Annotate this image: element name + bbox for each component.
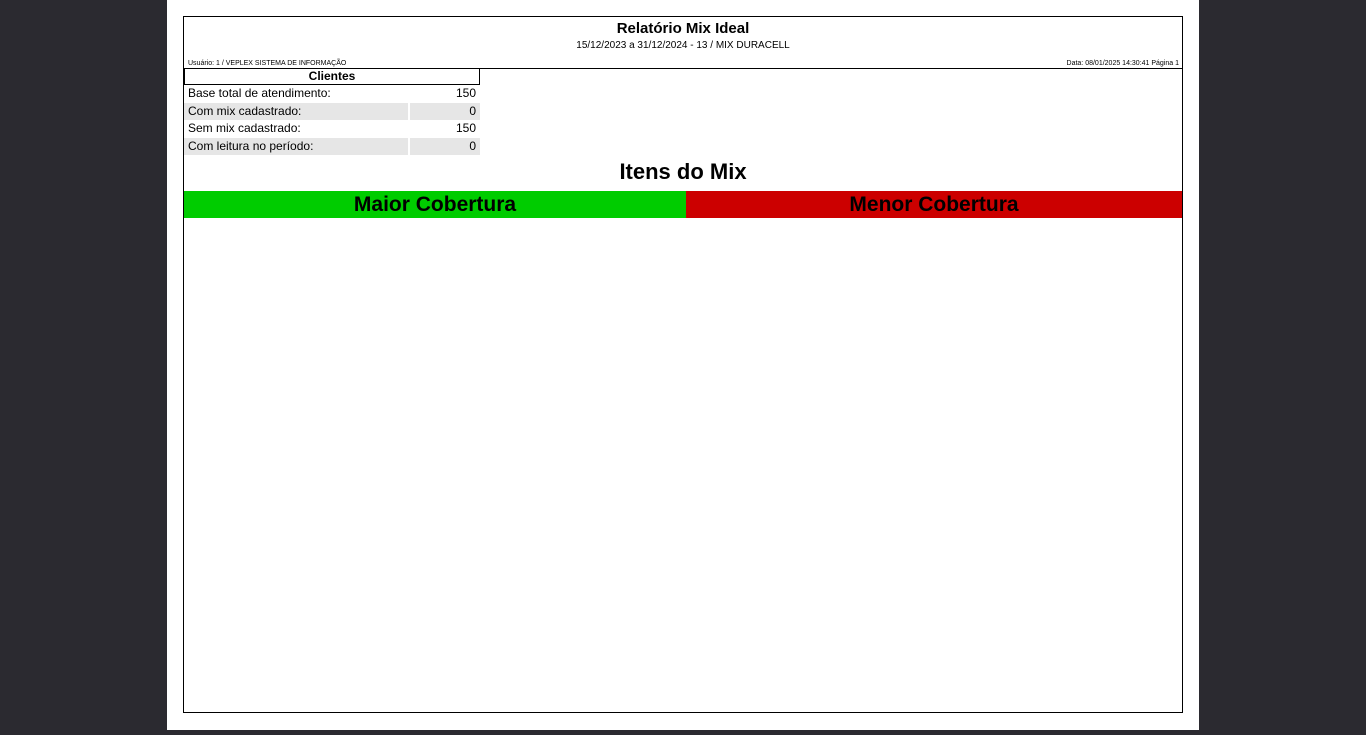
clients-row-label: Com mix cadastrado: [184, 102, 408, 120]
clients-row-total: Base total de atendimento: 150 [184, 85, 480, 103]
clients-row-without-mix: Sem mix cadastrado: 150 [184, 120, 480, 138]
clients-row-value: 0 [410, 137, 480, 155]
clients-row-label: Base total de atendimento: [188, 86, 331, 100]
clients-header: Clientes [184, 68, 480, 85]
clients-row-with-mix: Com mix cadastrado: 0 [184, 102, 480, 121]
clients-row-value: 0 [410, 102, 480, 120]
clients-row-value: 150 [455, 86, 476, 100]
lower-coverage-header: Menor Cobertura [686, 191, 1182, 218]
mix-items-title: Itens do Mix [619, 159, 747, 184]
report-frame: Relatório Mix Ideal 15/12/2023 a 31/12/2… [183, 16, 1183, 713]
higher-coverage-header: Maior Cobertura [184, 191, 686, 218]
report-subtitle: 15/12/2023 a 31/12/2024 - 13 / MIX DURAC… [576, 40, 790, 51]
clients-row-label: Com leitura no período: [184, 137, 408, 155]
report-title: Relatório Mix Ideal [616, 20, 750, 37]
report-page: Relatório Mix Ideal 15/12/2023 a 31/12/2… [167, 0, 1199, 730]
clients-row-with-reading: Com leitura no período: 0 [184, 137, 480, 156]
clients-row-label: Sem mix cadastrado: [188, 121, 301, 135]
user-info: Usuário: 1 / VEPLEX SISTEMA DE INFORMAÇÃ… [188, 60, 347, 67]
clients-row-value: 150 [455, 121, 476, 135]
date-page-info: Data: 08/01/2025 14:30:41 Página 1 [1066, 60, 1179, 67]
pdf-viewer: Relatório Mix Ideal 15/12/2023 a 31/12/2… [0, 0, 1366, 735]
clients-table: Base total de atendimento: 150 Com mix c… [184, 85, 480, 155]
